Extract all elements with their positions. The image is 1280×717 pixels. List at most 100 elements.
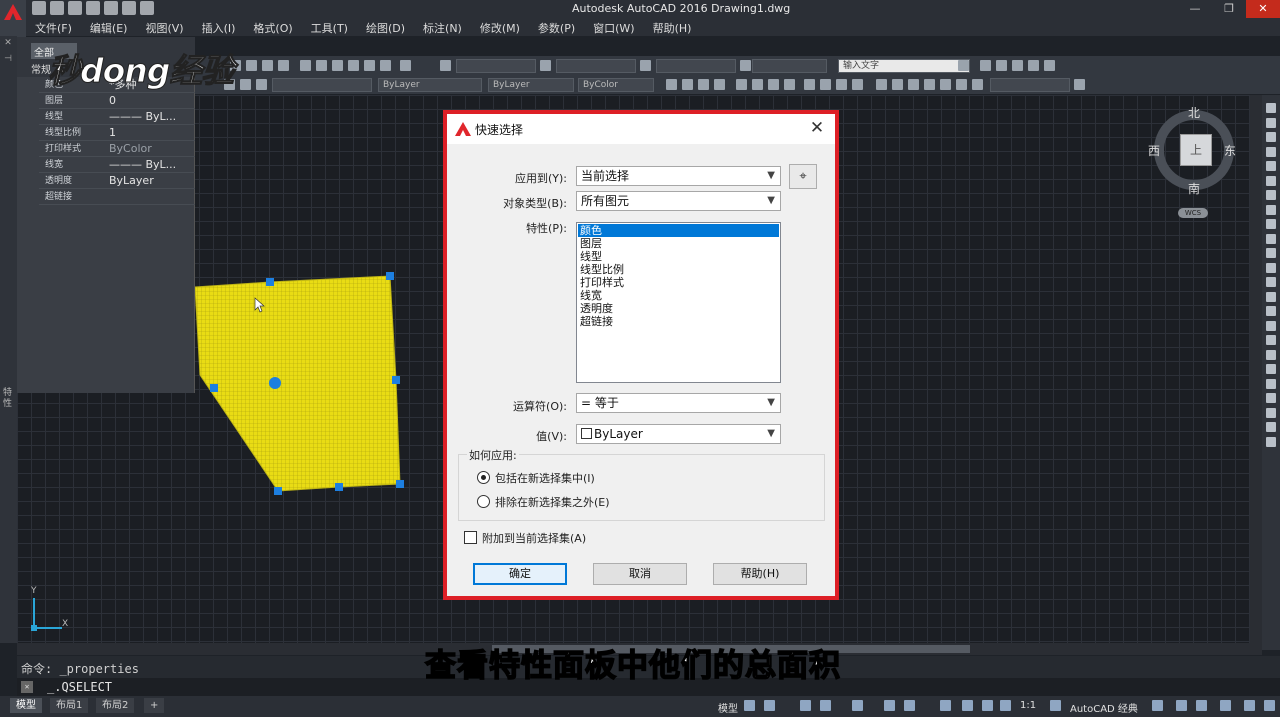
exclude-radio-row[interactable]: 排除在新选择集之外(E) bbox=[477, 494, 610, 510]
property-row[interactable]: 透明度 ByLayer bbox=[39, 173, 195, 189]
radius-dim-icon[interactable] bbox=[876, 79, 887, 90]
polyline-icon[interactable] bbox=[682, 79, 693, 90]
modify-tool-icon[interactable] bbox=[1266, 335, 1276, 345]
property-list-item[interactable]: 打印样式 bbox=[578, 276, 779, 289]
menu-item[interactable]: 编辑(E) bbox=[81, 18, 137, 36]
menu-item[interactable]: 文件(F) bbox=[26, 18, 81, 36]
quickcalc-icon[interactable] bbox=[380, 60, 391, 71]
open-file-icon[interactable] bbox=[50, 1, 64, 15]
center-mark-icon[interactable] bbox=[892, 79, 903, 90]
move-icon[interactable] bbox=[714, 79, 725, 90]
property-value[interactable]: ——— ByL... bbox=[101, 157, 195, 172]
menu-item[interactable]: 格式(O) bbox=[244, 18, 301, 36]
help-dropdown-icon[interactable] bbox=[1028, 60, 1039, 71]
make-current-icon[interactable] bbox=[240, 79, 251, 90]
polar-icon[interactable] bbox=[820, 700, 831, 711]
modify-tool-icon[interactable] bbox=[1266, 277, 1276, 287]
arc-icon[interactable] bbox=[698, 79, 709, 90]
modify-tool-icon[interactable] bbox=[1266, 320, 1276, 331]
grip-square[interactable] bbox=[386, 272, 394, 280]
color-combo[interactable]: ByColor bbox=[578, 78, 654, 92]
ordinate-dim-icon[interactable] bbox=[852, 79, 863, 90]
help-icon[interactable] bbox=[400, 60, 411, 71]
info-center-icon[interactable] bbox=[1044, 60, 1055, 71]
modify-tool-icon[interactable] bbox=[1266, 161, 1276, 171]
property-value[interactable]: 1 bbox=[101, 125, 195, 140]
zoom-window-icon[interactable] bbox=[262, 60, 273, 71]
modify-tool-icon[interactable] bbox=[1266, 291, 1276, 302]
object-type-select[interactable]: 所有图元 ▼ bbox=[576, 191, 781, 211]
grip-square[interactable] bbox=[396, 480, 404, 488]
property-row[interactable]: 线型比例 1 bbox=[39, 125, 195, 141]
wcs-menu[interactable]: WCS bbox=[1178, 208, 1208, 218]
lineweight-icon[interactable] bbox=[940, 700, 951, 711]
property-list-item[interactable]: 线型 bbox=[578, 250, 779, 263]
vertical-scrollbar[interactable] bbox=[1250, 95, 1262, 643]
dim-style-combo-2[interactable] bbox=[990, 78, 1070, 92]
menu-item[interactable]: 参数(P) bbox=[529, 18, 584, 36]
customization-icon[interactable] bbox=[1264, 700, 1275, 711]
table-style-icon[interactable] bbox=[640, 60, 651, 71]
pan-icon[interactable] bbox=[246, 60, 257, 71]
exclude-radio[interactable] bbox=[477, 495, 490, 508]
exchange-icon[interactable] bbox=[996, 60, 1007, 71]
include-radio[interactable] bbox=[477, 471, 490, 484]
property-list-item[interactable]: 超链接 bbox=[578, 315, 779, 328]
operator-select[interactable]: = 等于 ▼ bbox=[576, 393, 781, 413]
properties-icon[interactable] bbox=[300, 60, 311, 71]
menu-item[interactable]: 工具(T) bbox=[302, 18, 357, 36]
workspace-gear-icon[interactable] bbox=[1050, 700, 1061, 711]
modify-tool-icon[interactable] bbox=[1266, 378, 1276, 389]
redo-icon[interactable] bbox=[140, 1, 154, 15]
property-row[interactable]: 线型 ——— ByL... bbox=[39, 109, 195, 125]
property-value[interactable]: ——— ByL... bbox=[101, 109, 195, 124]
menu-item[interactable]: 标注(N) bbox=[414, 18, 471, 36]
multileader-style-combo[interactable] bbox=[752, 59, 827, 73]
text-style-combo[interactable] bbox=[456, 59, 536, 73]
aligned-dim-icon[interactable] bbox=[820, 79, 831, 90]
isolate-objects-icon[interactable] bbox=[1196, 700, 1207, 711]
save-as-icon[interactable] bbox=[86, 1, 100, 15]
modify-tool-icon[interactable] bbox=[1266, 117, 1276, 128]
grip-square[interactable] bbox=[274, 487, 282, 495]
zoom-previous-icon[interactable] bbox=[278, 60, 289, 71]
clean-screen-icon[interactable] bbox=[1244, 700, 1255, 711]
restore-button[interactable]: ❐ bbox=[1212, 0, 1246, 18]
grip-square[interactable] bbox=[210, 384, 218, 392]
view-cube-top-face[interactable]: 上 bbox=[1180, 134, 1212, 166]
layer-combo[interactable] bbox=[272, 78, 372, 92]
workspace-switcher[interactable]: AutoCAD 经典 bbox=[1070, 700, 1138, 715]
modify-tool-icon[interactable] bbox=[1266, 422, 1276, 432]
center-grip[interactable] bbox=[269, 377, 281, 389]
add-layout-button[interactable]: + bbox=[144, 698, 165, 713]
command-close-icon[interactable]: ✕ bbox=[21, 681, 33, 693]
append-checkbox-row[interactable]: 附加到当前选择集(A) bbox=[464, 530, 586, 546]
annotation-monitor-icon[interactable] bbox=[1152, 700, 1163, 711]
tab-layout2[interactable]: 布局2 bbox=[96, 698, 135, 713]
modify-tool-icon[interactable] bbox=[1266, 103, 1276, 113]
search-icon[interactable] bbox=[958, 60, 969, 71]
property-row[interactable]: 超链接 bbox=[39, 189, 195, 205]
property-list-item[interactable]: 图层 bbox=[578, 237, 779, 250]
grip-square[interactable] bbox=[266, 278, 274, 286]
modify-tool-icon[interactable] bbox=[1266, 248, 1276, 258]
modify-tool-icon[interactable] bbox=[1266, 190, 1276, 200]
tolerance-icon[interactable] bbox=[972, 79, 983, 90]
compass-east[interactable]: 东 bbox=[1224, 142, 1236, 159]
auto-scale-icon[interactable] bbox=[982, 700, 993, 711]
ellipse-icon[interactable] bbox=[752, 79, 763, 90]
cancel-button[interactable]: 取消 bbox=[593, 563, 687, 585]
undo-icon[interactable] bbox=[122, 1, 136, 15]
dialog-close-button[interactable]: ✕ bbox=[807, 118, 827, 138]
annotation-scale-icon[interactable] bbox=[1000, 700, 1011, 711]
compass-west[interactable]: 西 bbox=[1148, 142, 1160, 159]
properties-listbox[interactable]: 颜色 图层 线型 线型比例 打印样式 线宽 透明度 超链接 bbox=[576, 222, 781, 383]
sheet-set-icon[interactable] bbox=[348, 60, 359, 71]
value-select[interactable]: ByLayer ▼ bbox=[576, 424, 781, 444]
property-row[interactable]: 打印样式 ByColor bbox=[39, 141, 195, 157]
line-icon[interactable] bbox=[666, 79, 677, 90]
table-style-combo[interactable] bbox=[656, 59, 736, 73]
apply-to-select[interactable]: 当前选择 ▼ bbox=[576, 166, 781, 186]
help-button[interactable]: 帮助(H) bbox=[713, 563, 807, 585]
tab-layout1[interactable]: 布局1 bbox=[50, 698, 89, 713]
